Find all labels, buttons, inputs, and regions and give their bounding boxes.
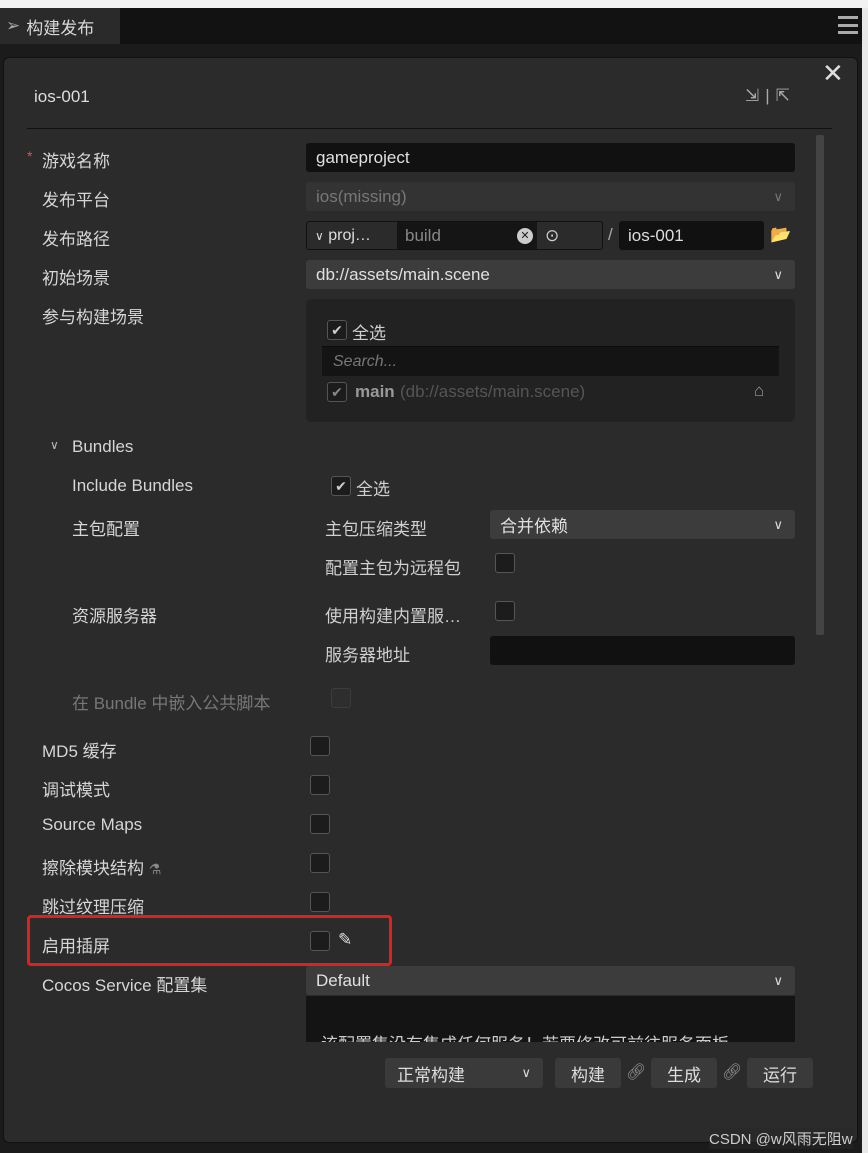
run-button[interactable]: 运行 (747, 1058, 813, 1088)
scene-path: (db://assets/main.scene) (400, 382, 586, 401)
build-mode-select[interactable]: 正常构建 ∨ (385, 1058, 543, 1088)
divider (27, 128, 832, 129)
compress-label: 主包压缩类型 (325, 520, 427, 539)
chevron-down-icon: ∨ (315, 228, 324, 243)
game-name-input[interactable]: gameproject (306, 143, 795, 172)
chevron-down-icon: ∨ (773, 516, 783, 532)
path-name-input[interactable]: ios-001 (619, 221, 764, 250)
cocos-service-label: Cocos Service 配置集 (42, 976, 208, 995)
start-scene-value: db://assets/main.scene (316, 264, 490, 284)
debug-label: 调试模式 (42, 781, 110, 800)
separator: | (765, 86, 776, 105)
path-dir: build (405, 225, 441, 245)
path-label: 发布路径 (42, 230, 110, 249)
bundles-header[interactable]: Bundles (72, 437, 133, 457)
remote-checkbox[interactable] (495, 553, 515, 573)
chevron-down-icon: ∨ (773, 266, 783, 282)
link-icon[interactable]: 🔗︎ (626, 1062, 646, 1082)
paper-plane-icon: ➢ (6, 16, 21, 35)
debug-checkbox[interactable] (310, 775, 330, 795)
folder-open-icon[interactable]: 📂 (770, 225, 791, 245)
flask-icon: ⚗ (148, 861, 162, 877)
path-prefix-select[interactable]: ∨ proj… (307, 227, 397, 245)
game-name-label: 游戏名称 (42, 152, 110, 171)
select-all-label: 全选 (352, 324, 386, 343)
skip-texture-checkbox[interactable] (310, 892, 330, 912)
path-prefix: proj… (328, 226, 371, 244)
clear-icon[interactable]: ✕ (517, 227, 533, 244)
scrollbar[interactable] (816, 135, 824, 635)
include-all-label: 全选 (356, 480, 390, 499)
build-mode-value: 正常构建 (397, 1065, 465, 1085)
search-icon[interactable]: ⊙ (537, 226, 559, 246)
path-picker: ∨ proj… build ✕ ⊙ (306, 221, 603, 250)
scenes-label: 参与构建场景 (42, 308, 144, 327)
cocos-service-desc: 该配置集没有集成任何服务！若要修改可前往服务面板 (321, 1030, 729, 1042)
embed-script-label: 在 Bundle 中嵌入公共脚本 (72, 694, 271, 713)
remote-label: 配置主包为远程包 (325, 559, 461, 578)
md5-checkbox[interactable] (310, 736, 330, 756)
platform-select[interactable]: ios(missing) ∨ (306, 182, 795, 211)
source-maps-checkbox[interactable] (310, 814, 330, 834)
include-bundles-label: Include Bundles (72, 476, 193, 495)
server-label: 资源服务器 (72, 607, 157, 626)
path-separator: / (608, 225, 613, 244)
platform-value: ios(missing) (316, 186, 407, 206)
compress-select[interactable]: 合并依赖 ∨ (490, 510, 795, 539)
build-button[interactable]: 构建 (555, 1058, 621, 1088)
compress-value: 合并依赖 (500, 517, 568, 536)
source-maps-label: Source Maps (42, 815, 143, 834)
tab-title: 构建发布 (26, 18, 95, 38)
platform-label: 发布平台 (42, 191, 110, 210)
tab-bar (0, 8, 862, 44)
menu-icon[interactable] (838, 16, 858, 34)
builtin-server-label: 使用构建内置服… (325, 607, 461, 626)
watermark: CSDN @w风雨无阻w (709, 1128, 853, 1149)
chevron-down-icon: ∨ (773, 972, 783, 988)
server-addr-label: 服务器地址 (325, 646, 410, 665)
cocos-service-select[interactable]: Default ∨ (306, 966, 795, 995)
erase-module-checkbox[interactable] (310, 853, 330, 873)
chevron-down-icon: ∨ (521, 1065, 531, 1080)
select-all-scenes-checkbox[interactable]: ✔ (327, 320, 347, 340)
server-addr-input[interactable] (490, 636, 795, 665)
chevron-down-icon: ∨ (773, 188, 783, 204)
make-button[interactable]: 生成 (651, 1058, 717, 1088)
embed-script-checkbox (331, 688, 351, 708)
scene-name: main (355, 382, 395, 401)
tab-build-publish[interactable]: ➢ 构建发布 (0, 8, 120, 44)
scene-main-checkbox[interactable]: ✔ (327, 382, 347, 402)
cocos-service-desc-box: 该配置集没有集成任何服务！若要修改可前往服务面板 (306, 996, 795, 1042)
scene-search-input[interactable]: Search... (322, 346, 779, 376)
include-bundles-checkbox[interactable]: ✔ (331, 476, 351, 496)
home-icon[interactable]: ⌂ (754, 381, 764, 401)
top-strip (0, 0, 868, 8)
cocos-service-value: Default (316, 970, 370, 990)
md5-label: MD5 缓存 (42, 742, 117, 761)
builtin-server-checkbox[interactable] (495, 601, 515, 621)
close-icon[interactable]: ✕ (822, 58, 844, 89)
link-icon[interactable]: 🔗︎ (722, 1062, 742, 1082)
export-icon[interactable]: ⇱ (776, 86, 796, 105)
dialog-title: ios-001 (34, 87, 90, 106)
main-config-label: 主包配置 (72, 520, 140, 539)
import-icon[interactable]: ⇲ (745, 86, 765, 105)
window-edge (862, 8, 868, 1153)
chevron-down-icon[interactable]: ∨ (50, 438, 59, 452)
start-scene-select[interactable]: db://assets/main.scene ∨ (306, 260, 795, 289)
erase-module-label: 擦除模块结构 ⚗ (42, 854, 161, 879)
path-dir-input[interactable]: build ✕ (397, 222, 537, 249)
highlight-box (27, 915, 392, 966)
erase-module-text: 擦除模块结构 (42, 859, 144, 878)
search-placeholder: Search... (333, 353, 398, 370)
start-scene-label: 初始场景 (42, 269, 110, 288)
required-mark: * (27, 148, 33, 164)
